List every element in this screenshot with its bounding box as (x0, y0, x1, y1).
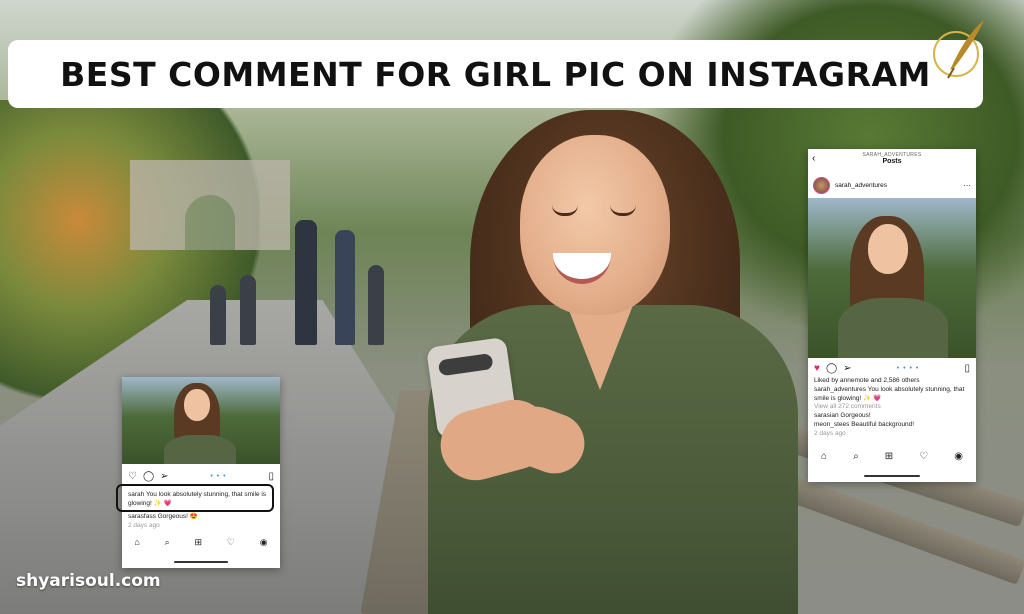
comment-icon[interactable]: ◯ (143, 471, 154, 482)
heart-icon[interactable]: ♡ (227, 537, 235, 548)
carousel-dots: • • • (210, 473, 227, 480)
search-icon[interactable]: ⌕ (165, 537, 170, 548)
comment-highlight-box (116, 484, 274, 512)
post-photo (808, 198, 976, 358)
caption-emoji: ✨ 💗 (863, 394, 882, 402)
add-post-icon[interactable]: ⊞ (885, 451, 893, 462)
add-post-icon[interactable]: ⊞ (194, 537, 202, 548)
post-username[interactable]: sarah_adventures (835, 182, 958, 189)
home-indicator (174, 561, 228, 563)
instagram-post-card-small: ♡ ◯ ➢ • • • ▯ sarah You look absolutely … (122, 377, 280, 568)
post-time: 2 days ago (128, 521, 160, 529)
home-icon[interactable]: ⌂ (134, 537, 139, 548)
title-banner: BEST COMMENT FOR GIRL PIC ON INSTAGRAM (8, 40, 983, 108)
header-title: Posts (882, 158, 902, 165)
post-photo (122, 377, 280, 464)
instagram-post-card: ‹ SARAH_ADVENTURES Posts sarah_adventure… (808, 149, 976, 482)
comment-text: meon_stees Beautiful background! (814, 420, 915, 428)
heart-icon[interactable]: ♡ (128, 471, 137, 482)
avatar[interactable] (813, 176, 830, 194)
profile-icon[interactable]: ◉ (260, 537, 268, 548)
post-caption: sarah_adventures You look absolutely stu… (814, 385, 965, 402)
share-icon[interactable]: ➢ (843, 363, 851, 374)
back-icon[interactable]: ‹ (812, 153, 815, 164)
comment-text: sarasian Gorgeous! (814, 412, 871, 420)
more-icon[interactable]: ⋯ (963, 181, 971, 190)
heart-icon[interactable]: ♡ (919, 451, 928, 462)
profile-icon[interactable]: ◉ (954, 451, 963, 462)
post-time: 2 days ago (814, 429, 846, 437)
background-people (200, 215, 390, 345)
view-comments-link[interactable]: View all 272 comments (808, 403, 976, 412)
likes-count[interactable]: Liked by annemote and 2,586 others (808, 377, 976, 386)
comment-text: sarasfass Gorgeous! (128, 513, 188, 520)
comment-emoji: 😍 (189, 513, 198, 520)
share-icon[interactable]: ➢ (160, 471, 168, 482)
search-icon[interactable]: ⌕ (853, 451, 859, 462)
home-indicator (864, 475, 920, 477)
comment-icon[interactable]: ◯ (826, 363, 837, 374)
quill-logo (933, 20, 984, 79)
home-icon[interactable]: ⌂ (821, 451, 827, 462)
site-watermark: shyarisoul.com (16, 571, 161, 591)
heart-icon[interactable]: ♥ (814, 363, 820, 374)
bookmark-icon[interactable]: ▯ (964, 363, 970, 374)
bookmark-icon[interactable]: ▯ (268, 471, 274, 482)
carousel-dots: • • • • (896, 365, 920, 372)
page-title: BEST COMMENT FOR GIRL PIC ON INSTAGRAM (60, 54, 931, 94)
